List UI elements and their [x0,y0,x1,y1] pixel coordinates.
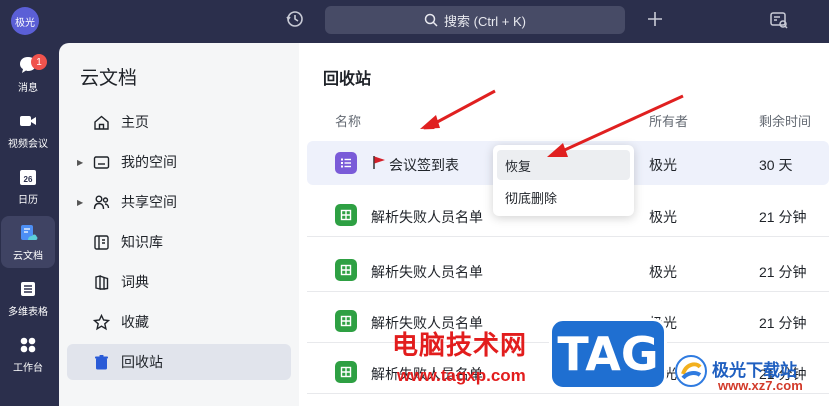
column-header-name[interactable]: 名称 [335,111,361,130]
table-icon [21,281,35,296]
rail-label: 云文档 [13,250,43,262]
search-icon [424,13,438,27]
rail-item-calendar[interactable]: 26 日历 [1,160,55,212]
nav-label: 主页 [121,114,149,130]
flag-icon [373,156,385,169]
wiki-icon [94,234,109,250]
file-name[interactable]: 会议签到表 [389,155,459,175]
sheet-icon [335,310,357,332]
jiguang-logo-icon [675,355,707,387]
nav-label: 词典 [121,274,149,290]
search-doc-icon[interactable] [768,9,790,31]
rail-item-bitable[interactable]: 多维表格 [1,272,55,324]
watermark-jiguang: 极光下载站 www.xz7.com [672,350,829,406]
file-remaining-time: 21 分钟 [759,209,807,225]
file-remaining-time: 30 天 [759,157,793,173]
sheet-icon [335,204,357,226]
sheet-icon [335,361,357,383]
watermark-site-name: 电脑技术网 [392,330,528,360]
calendar-icon: 26 [20,169,36,185]
file-owner: 极光 [649,157,677,173]
video-icon [20,115,36,126]
caret-right-icon[interactable]: ▶ [77,198,83,207]
avatar[interactable]: 极光 [11,7,39,35]
nav-label: 我的空间 [121,154,177,170]
column-header-remaining[interactable]: 剩余时间 [759,111,811,130]
watermark-tag-logo: TAG [549,318,667,390]
page-title: 回收站 [323,71,372,88]
sheet-icon [335,259,357,281]
caret-right-icon[interactable]: ▶ [77,158,83,167]
nav-item-recycle-bin[interactable]: 回收站 [67,344,291,380]
calendar-day: 26 [24,175,33,184]
file-remaining-time: 21 分钟 [759,315,807,331]
trash-icon [95,354,108,369]
dictionary-icon [95,274,109,290]
file-owner: 极光 [649,264,677,280]
rail-label: 消息 [18,82,38,94]
nav-item-favorites[interactable]: 收藏 [67,304,291,340]
file-remaining-time: 21 分钟 [759,264,807,280]
rail-label: 工作台 [13,362,43,374]
unread-badge: 1 [31,54,47,70]
rail-label: 视频会议 [8,138,48,150]
rail-item-messages[interactable]: 消息 1 [1,48,55,100]
folder-icon [93,155,110,169]
menu-item-delete-forever[interactable]: 彻底删除 [497,182,630,212]
file-name[interactable]: 解析失败人员名单 [371,262,483,282]
docs-sidebar: 云文档 主页 ▶ 我的空间 ▶ 共享空间 知识库 词典 收藏 回收站 [59,43,299,406]
nav-item-wiki[interactable]: 知识库 [67,224,291,260]
history-icon[interactable] [285,9,305,29]
file-name[interactable]: 解析失败人员名单 [371,207,483,227]
rail-item-cloud-docs[interactable]: 云文档 [1,216,55,268]
cloud-doc-icon [21,224,38,240]
nav-label: 知识库 [121,234,163,250]
apps-icon [20,337,36,352]
rail-label: 多维表格 [8,306,48,318]
context-menu: 恢复 彻底删除 [493,145,634,216]
rail-item-workplace[interactable]: 工作台 [1,328,55,380]
file-owner: 极光 [649,209,677,225]
sidebar-title: 云文档 [80,68,138,89]
rail-item-video[interactable]: 视频会议 [1,104,55,156]
nav-item-dictionary[interactable]: 词典 [67,264,291,300]
rail-label: 日历 [18,194,38,206]
top-bar: 极光 搜索 (Ctrl + K) [0,0,829,40]
doc-list-icon [335,152,357,174]
search-bar[interactable]: 搜索 (Ctrl + K) [325,6,625,34]
plus-icon[interactable] [645,9,665,29]
left-rail: 消息 1 视频会议 26 日历 云文档 多维表格 工作台 [0,40,58,406]
table-row[interactable]: 解析失败人员名单 极光 21 分钟 [307,248,829,292]
menu-item-restore[interactable]: 恢复 [497,150,630,180]
search-label: 搜索 (Ctrl + K) [444,13,526,29]
nav-item-shared-space[interactable]: ▶ 共享空间 [67,184,291,220]
column-header-owner[interactable]: 所有者 [649,111,688,130]
watermark-site-url: www.tagxp.com [397,366,526,385]
people-icon [93,195,110,209]
home-icon [94,115,109,130]
watermark-jiguang-url: www.xz7.com [718,378,803,393]
nav-item-my-space[interactable]: ▶ 我的空间 [67,144,291,180]
nav-item-home[interactable]: 主页 [67,104,291,140]
star-icon [93,313,110,330]
nav-label: 收藏 [121,314,149,330]
nav-label: 回收站 [121,354,163,370]
nav-label: 共享空间 [121,194,177,210]
